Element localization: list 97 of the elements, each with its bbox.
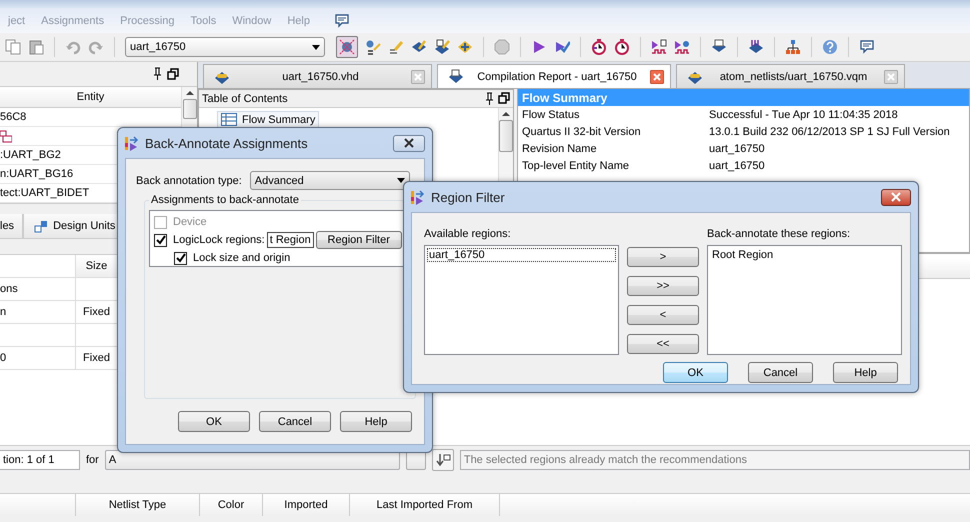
column-header[interactable]: Color	[200, 494, 263, 516]
dialog-button[interactable]: Help	[833, 362, 898, 383]
region-item[interactable]: uart_16750	[427, 248, 616, 262]
dialog-button[interactable]: Help	[340, 411, 412, 432]
help-icon[interactable]	[822, 39, 838, 55]
status-message: The selected regions already match the recommendations	[460, 450, 970, 470]
clipboard-icon[interactable]	[28, 39, 44, 55]
comment-icon[interactable]	[859, 39, 875, 55]
tab-close-icon[interactable]	[650, 70, 664, 84]
close-icon	[403, 138, 415, 148]
for-label: for	[86, 454, 99, 466]
restore-icon[interactable]	[167, 68, 179, 80]
move-button[interactable]: >	[627, 247, 699, 267]
checkbox[interactable]	[154, 234, 167, 246]
group-label: Assignments to back-annotate	[150, 194, 300, 206]
close-button[interactable]	[881, 188, 911, 206]
app-logo-icon	[125, 134, 139, 152]
stopwatch-icon[interactable]	[614, 39, 630, 55]
list-label: Available regions:	[424, 227, 512, 242]
field-label: Back annotation type:	[136, 174, 242, 186]
dialog-title: Back-Annotate Assignments	[145, 136, 309, 150]
property-name: Flow Status	[522, 108, 580, 120]
diamond-icon[interactable]	[411, 39, 427, 55]
table-icon	[221, 113, 237, 126]
waveform-icon[interactable]	[651, 39, 667, 55]
arrow-down-icon	[434, 453, 451, 467]
copy-icon[interactable]	[5, 39, 21, 55]
panel-title: Table of Contents	[202, 92, 288, 104]
available-regions-list[interactable]: uart_16750	[424, 245, 619, 355]
pin-icon[interactable]	[483, 92, 495, 106]
pencil-icon[interactable]	[365, 39, 381, 55]
property-name: Top-level Entity Name	[522, 160, 630, 172]
property-value: 13.0.1 Build 232 06/12/2013 SP 1 SJ Full Version	[709, 126, 951, 138]
play-icon[interactable]	[531, 39, 547, 55]
table-cell: 0	[0, 347, 76, 370]
close-icon	[890, 192, 902, 202]
chip-icon[interactable]	[339, 39, 355, 55]
design-units-icon	[34, 220, 48, 232]
report-icon	[448, 68, 464, 84]
property-value: Successful - Tue Apr 10 11:04:35 2018	[709, 108, 899, 120]
project-dropdown[interactable]: uart_16750	[125, 37, 325, 57]
waveform-icon[interactable]	[674, 39, 690, 55]
scrollbar-thumb[interactable]	[182, 99, 196, 119]
document-tab[interactable]: Compilation Report - uart_16750	[437, 64, 671, 88]
restore-icon[interactable]	[498, 92, 510, 104]
move-button[interactable]: <	[627, 305, 699, 325]
table-cell: n	[0, 301, 76, 324]
option-label: Device	[173, 216, 207, 228]
dialog-button[interactable]: OK	[178, 411, 250, 432]
region-filter-button[interactable]: Region Filter	[316, 231, 402, 249]
checkbox[interactable]	[174, 252, 187, 264]
property-value: uart_16750	[709, 160, 766, 172]
column-header[interactable]: Last Imported From	[350, 494, 500, 516]
dialog-button[interactable]: OK	[663, 362, 728, 383]
entity-cell: tect:UART_BIDET	[0, 187, 90, 199]
entity-cell: :UART_BG2	[0, 149, 61, 161]
dialog-button[interactable]: Cancel	[748, 362, 813, 383]
instance-icon	[0, 130, 12, 142]
programmer-icon[interactable]	[711, 39, 727, 55]
import-button[interactable]	[432, 449, 454, 471]
document-tab[interactable]: uart_16750.vhd	[203, 64, 432, 88]
entity-cell: n:UART_BG16	[0, 168, 74, 180]
pin-icon[interactable]	[151, 67, 163, 81]
entity-cell: 56C8	[0, 111, 26, 123]
scrollbar-thumb[interactable]	[499, 120, 513, 152]
app-logo-icon	[411, 188, 425, 206]
property-name: Revision Name	[522, 142, 598, 154]
section-header: Flow Summary	[518, 89, 969, 106]
column-header[interactable]: Netlist Type	[76, 494, 200, 516]
close-button[interactable]	[393, 134, 425, 152]
chip-icon[interactable]	[748, 39, 764, 55]
option-label: Lock size and origin	[193, 252, 290, 264]
region-field[interactable]: t Region	[266, 232, 314, 248]
move-button[interactable]: >>	[627, 276, 699, 296]
toc-item[interactable]: Flow Summary	[217, 111, 320, 128]
list-label: Back-annotate these regions:	[707, 227, 852, 242]
move-button[interactable]: <<	[627, 334, 699, 354]
dialog-button[interactable]: Cancel	[259, 411, 331, 432]
hierarchy-icon[interactable]	[785, 39, 801, 55]
location-field[interactable]: tion: 1 of 1	[0, 450, 80, 470]
property-name: Quartus II 32-bit Version	[522, 126, 642, 138]
option-label: LogicLock regions:	[173, 234, 265, 246]
diamond-icon[interactable]	[457, 39, 473, 55]
stopwatch-icon[interactable]	[591, 39, 607, 55]
property-value: uart_16750	[709, 142, 766, 154]
pencil-icon[interactable]	[388, 39, 404, 55]
comment-icon[interactable]	[334, 12, 350, 28]
check-play-icon[interactable]	[554, 39, 570, 55]
dialog-title: Region Filter	[431, 190, 506, 204]
table-cell: ons	[0, 278, 76, 301]
region-item[interactable]: Root Region	[710, 248, 899, 262]
column-header[interactable]: Imported	[263, 494, 350, 516]
annotation-type-dropdown[interactable]: Advanced	[250, 171, 410, 190]
selected-regions-list[interactable]: Root Region	[707, 245, 902, 355]
panel-tab[interactable]: les	[0, 214, 24, 238]
diamond-icon[interactable]	[434, 39, 450, 55]
document-tab[interactable]: atom_netlists/uart_16750.vqm	[676, 64, 905, 88]
